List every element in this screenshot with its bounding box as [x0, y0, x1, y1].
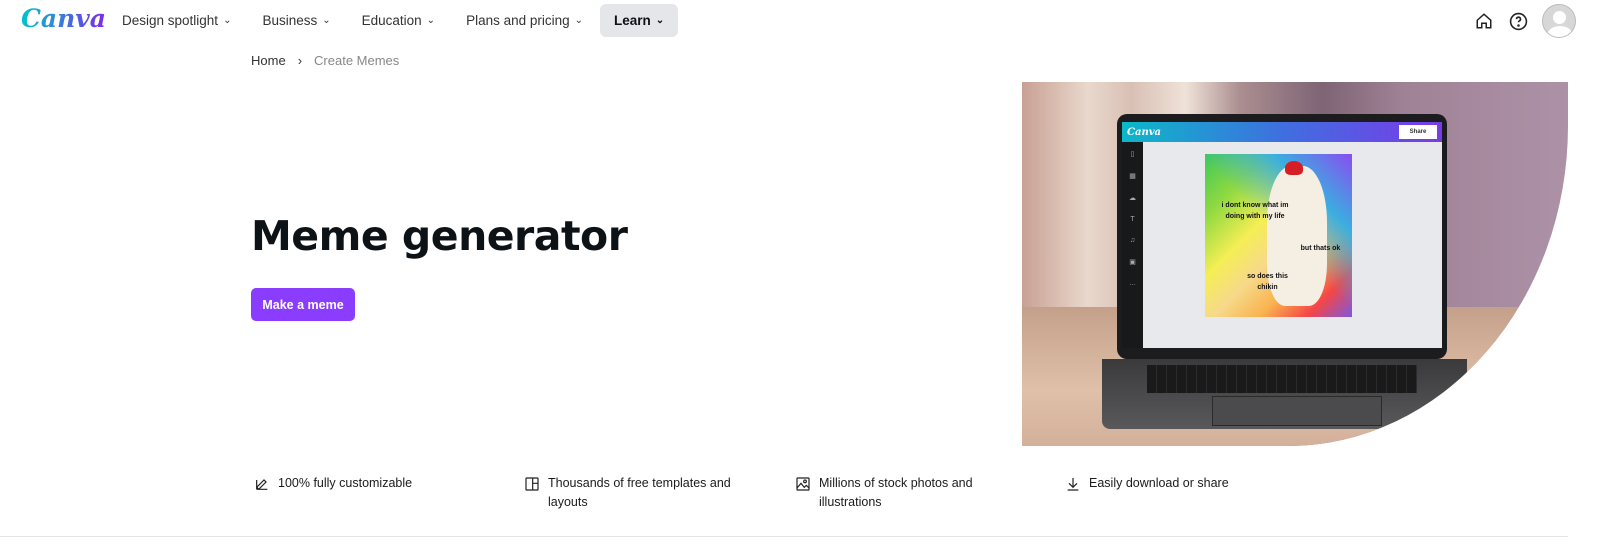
divider: [0, 536, 1568, 537]
nav-label: Design spotlight: [122, 13, 219, 28]
meme-text: i dont know what im doing with my life: [1221, 202, 1289, 220]
breadcrumb-current: Create Memes: [314, 53, 400, 68]
feature-item: 100% fully customizable: [254, 474, 478, 493]
app-logo: Canva: [1127, 126, 1161, 138]
chevron-down-icon: ⌄: [655, 15, 665, 26]
chevron-right-icon: ›: [297, 53, 303, 68]
feature-item: Thousands of free templates and layouts: [524, 474, 748, 512]
nav-design-spotlight[interactable]: Design spotlight ⌄: [108, 4, 245, 37]
nav-label: Education: [361, 13, 422, 28]
chevron-down-icon: ⌄: [574, 15, 584, 26]
meme-text: so does this chikin: [1247, 273, 1288, 291]
feature-item: Millions of stock photos and illustratio…: [795, 474, 999, 512]
template-layout-icon: [525, 477, 539, 491]
avatar[interactable]: [1542, 4, 1576, 38]
keyboard: [1147, 365, 1417, 393]
nav-label: Plans and pricing: [466, 13, 570, 28]
feature-text: Millions of stock photos and illustratio…: [819, 476, 973, 509]
feature-text: 100% fully customizable: [278, 476, 413, 490]
make-meme-button[interactable]: Make a meme: [251, 288, 355, 321]
nav-education[interactable]: Education ⌄: [348, 4, 449, 37]
chevron-down-icon: ⌄: [426, 15, 436, 26]
feature-item: Easily download or share: [1065, 474, 1289, 493]
download-icon: [1067, 478, 1079, 491]
trackpad: [1212, 396, 1382, 426]
nav-learn[interactable]: Learn ⌄: [600, 4, 679, 37]
canva-editor-preview: Canva Share ▯ ▦ ☁ T ♫ ▣… i dont know what im d…: [1122, 122, 1442, 348]
chevron-down-icon: ⌄: [223, 15, 232, 26]
feature-text: Thousands of free templates and layouts: [548, 476, 731, 509]
laptop: Canva Share ▯ ▦ ☁ T ♫ ▣… i dont know what im d…: [1117, 114, 1447, 359]
laptop-base: [1102, 359, 1467, 429]
top-nav: Canva Design spotlight ⌄ Business ⌄ Educat…: [0, 0, 1600, 42]
meme-text: but thats ok: [1300, 245, 1341, 252]
help-icon[interactable]: [1508, 11, 1528, 31]
share-button: Share: [1399, 125, 1437, 139]
main-menu: Design spotlight ⌄ Business ⌄ Education ⌄ P…: [108, 4, 681, 37]
page-title: Meme generator: [251, 212, 628, 260]
editor-sidebar: ▯ ▦ ☁ T ♫ ▣…: [1122, 142, 1143, 348]
breadcrumb-home[interactable]: Home: [251, 53, 286, 68]
pencil-edit-icon: [256, 479, 268, 490]
canva-logo[interactable]: Canva: [21, 4, 106, 33]
nav-label: Business: [262, 13, 318, 28]
image-icon: [796, 477, 810, 491]
meme-image: i dont know what im doing with my life b…: [1205, 154, 1352, 317]
feature-text: Easily download or share: [1089, 476, 1229, 490]
breadcrumb: Home › Create Memes: [251, 53, 399, 68]
home-icon[interactable]: [1474, 11, 1494, 31]
nav-plans-pricing[interactable]: Plans and pricing ⌄: [452, 4, 597, 37]
chevron-down-icon: ⌄: [322, 15, 331, 26]
nav-label: Learn: [614, 13, 651, 28]
rooster-comb: [1285, 161, 1303, 175]
hero-image: Canva Share ▯ ▦ ☁ T ♫ ▣… i dont know what im d…: [1022, 82, 1568, 446]
nav-business[interactable]: Business ⌄: [248, 4, 344, 37]
